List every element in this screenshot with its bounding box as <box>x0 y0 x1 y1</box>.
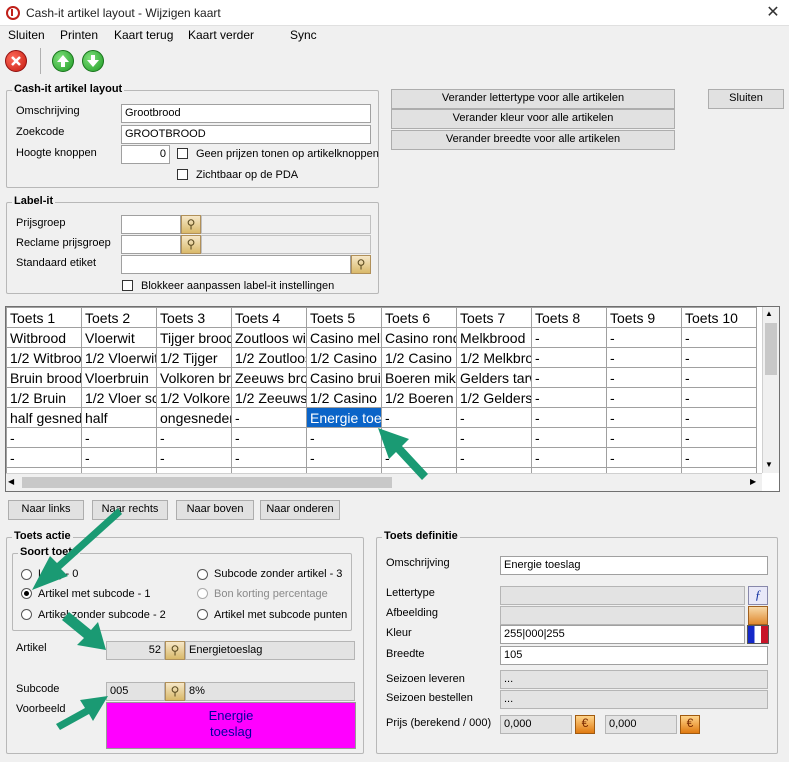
guide-arrows <box>32 428 428 730</box>
guide-arrow-icon <box>62 612 106 650</box>
guide-arrow-icon <box>32 508 122 590</box>
guide-arrow-icon <box>378 428 428 480</box>
guide-arrow-icon <box>56 696 108 730</box>
